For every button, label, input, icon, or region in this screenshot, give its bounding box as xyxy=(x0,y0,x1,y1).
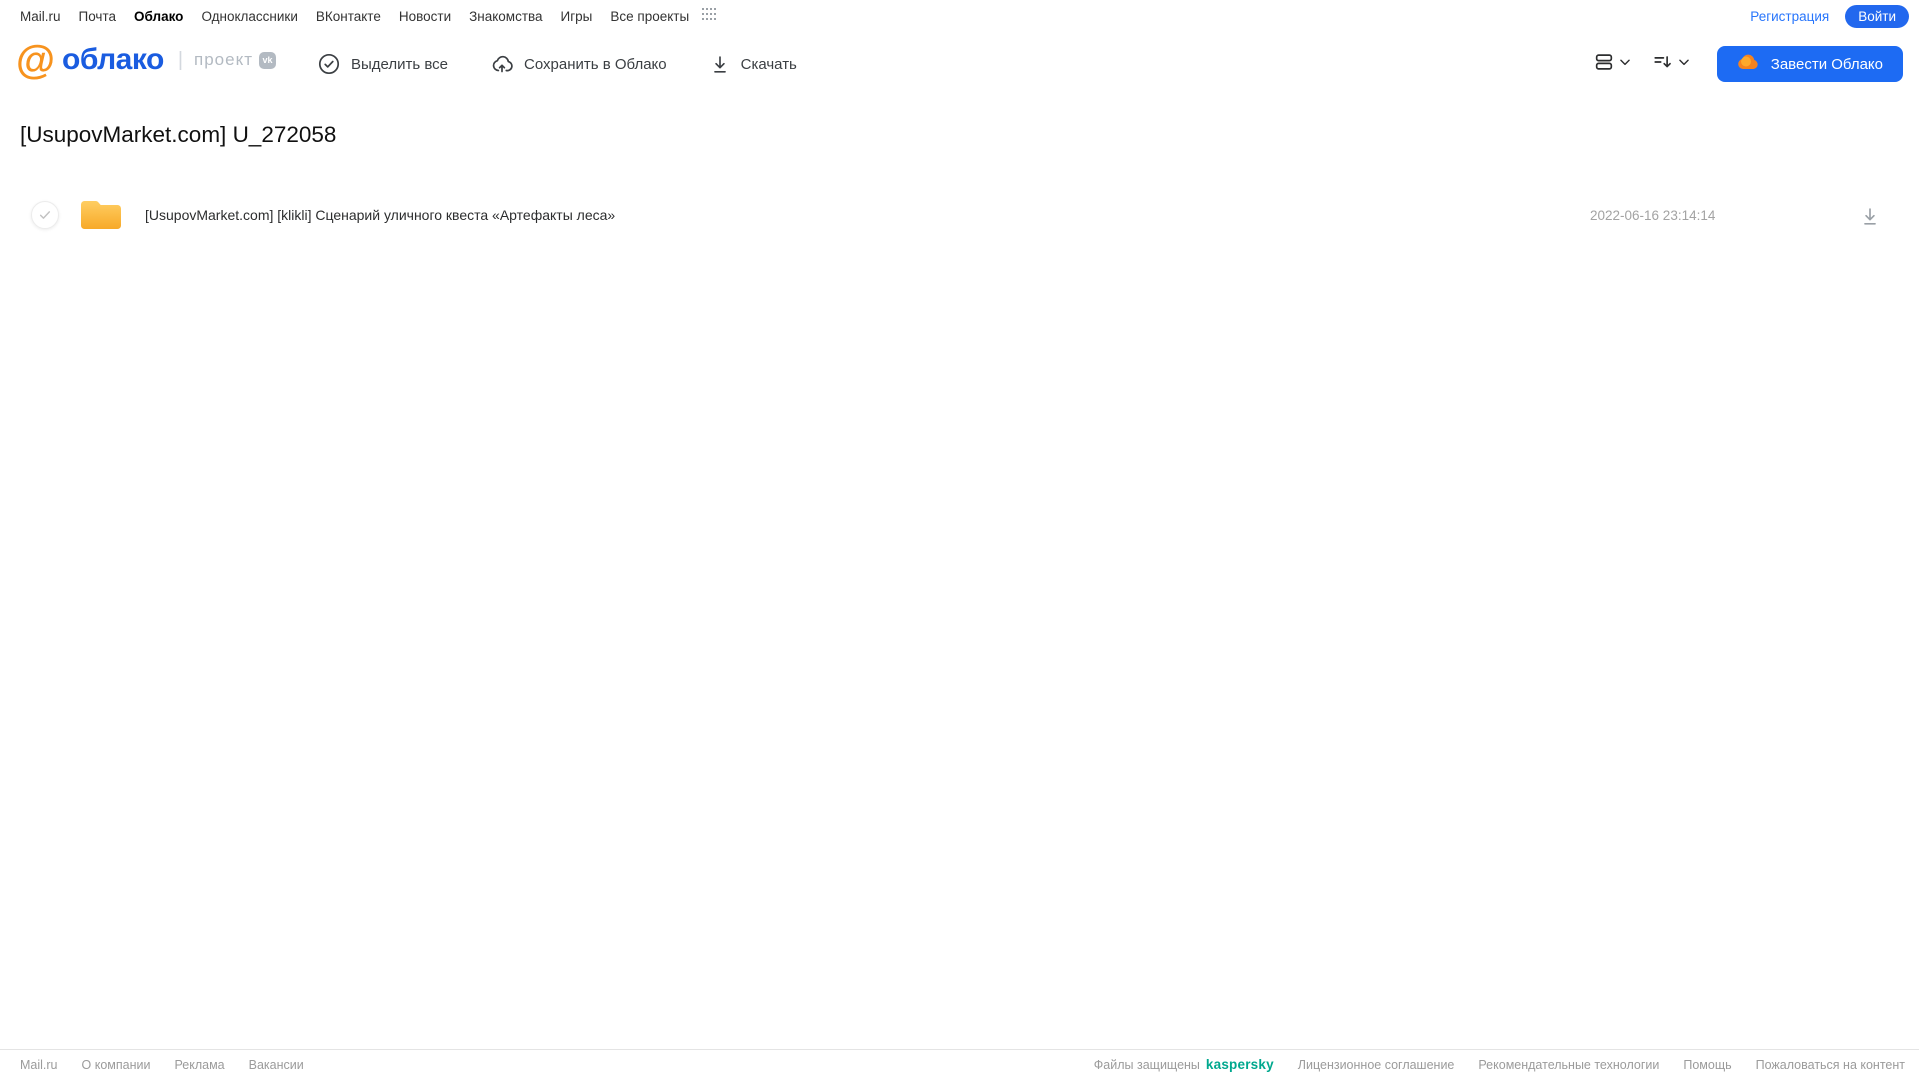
file-date: 2022-06-16 23:14:14 xyxy=(1590,207,1716,223)
footer-left-links: Mail.ru О компании Реклама Вакансии xyxy=(0,1058,304,1072)
sort-icon xyxy=(1652,51,1674,78)
nav-item-mailru[interactable]: Mail.ru xyxy=(20,9,61,24)
mailru-at-icon: @ xyxy=(16,38,56,82)
nav-item-vkontakte[interactable]: ВКонтакте xyxy=(316,9,381,24)
footer-right-links: Файлы защищены kaspersky Лицензионное со… xyxy=(1094,1057,1905,1072)
list-view-icon xyxy=(1593,51,1615,78)
chevron-down-icon xyxy=(1677,55,1691,74)
login-button[interactable]: Войти xyxy=(1845,4,1909,28)
cloud-upload-icon xyxy=(490,52,514,76)
view-mode-dropdown[interactable] xyxy=(1589,47,1636,82)
file-name-link[interactable]: [UsupovMarket.com] [klikli] Сценарий ули… xyxy=(145,192,615,238)
registration-link[interactable]: Регистрация xyxy=(1750,9,1829,24)
nav-item-odnoklassniki[interactable]: Одноклассники xyxy=(201,9,297,24)
row-checkbox[interactable] xyxy=(31,201,59,229)
get-cloud-label: Завести Облако xyxy=(1770,55,1883,73)
all-projects-grid-icon[interactable] xyxy=(701,7,717,26)
logo-divider: | xyxy=(177,48,184,71)
footer-link-license[interactable]: Лицензионное соглашение xyxy=(1298,1058,1455,1072)
nav-item-games[interactable]: Игры xyxy=(561,9,593,24)
check-icon xyxy=(39,211,51,219)
download-all-button[interactable]: Скачать xyxy=(709,53,797,75)
footer-link-report[interactable]: Пожаловаться на контент xyxy=(1756,1058,1905,1072)
footer-link-mailru[interactable]: Mail.ru xyxy=(20,1058,58,1072)
top-nav-bar: Mail.ru Почта Облако Одноклассники ВКонт… xyxy=(0,0,1919,32)
nav-item-cloud[interactable]: Облако xyxy=(134,9,183,24)
download-icon xyxy=(1864,208,1876,225)
footer-link-jobs[interactable]: Вакансии xyxy=(249,1058,304,1072)
footer-link-about[interactable]: О компании xyxy=(82,1058,151,1072)
nav-item-news[interactable]: Новости xyxy=(399,9,451,24)
select-all-label: Выделить все xyxy=(351,55,449,73)
footer-link-recommendations[interactable]: Рекомендательные технологии xyxy=(1478,1058,1659,1072)
save-to-cloud-button[interactable]: Сохранить в Облако xyxy=(490,52,667,76)
protected-by-label: Файлы защищены kaspersky xyxy=(1094,1057,1274,1072)
top-nav-auth: Регистрация Войти xyxy=(1750,0,1909,32)
vk-logo-icon: vk xyxy=(259,51,276,69)
download-icon xyxy=(709,53,731,75)
vk-project-label: проект xyxy=(194,50,253,69)
save-to-cloud-label: Сохранить в Облако xyxy=(524,55,667,73)
sort-dropdown[interactable] xyxy=(1648,47,1695,82)
footer-bar: Mail.ru О компании Реклама Вакансии Файл… xyxy=(0,1049,1919,1079)
chevron-down-icon xyxy=(1618,55,1632,74)
nav-item-all-projects[interactable]: Все проекты xyxy=(610,9,689,24)
nav-item-dating[interactable]: Знакомства xyxy=(469,9,542,24)
file-actions-toolbar: Выделить все Сохранить в Облако Скачать xyxy=(317,32,797,96)
cloud-logo-text: облако xyxy=(62,43,164,76)
page-title: [UsupovMarket.com] U_272058 xyxy=(20,122,337,147)
nav-item-mail[interactable]: Почта xyxy=(79,9,117,24)
kaspersky-logo[interactable]: kaspersky xyxy=(1206,1057,1274,1072)
get-cloud-button[interactable]: Завести Облако xyxy=(1716,46,1903,82)
cloud-logo[interactable]: @ облако | проект vk xyxy=(16,40,276,80)
file-list-row[interactable]: [UsupovMarket.com] [klikli] Сценарий ули… xyxy=(0,192,1919,238)
cloud-colored-icon xyxy=(1737,52,1761,76)
header-bar: @ облако | проект vk Выделить все Сохран… xyxy=(0,32,1919,96)
select-all-button[interactable]: Выделить все xyxy=(317,52,448,76)
header-right-controls: Завести Облако xyxy=(1589,32,1903,96)
footer-link-help[interactable]: Помощь xyxy=(1683,1058,1731,1072)
footer-link-ads[interactable]: Реклама xyxy=(174,1058,224,1072)
folder-icon[interactable] xyxy=(78,196,124,239)
check-circle-icon xyxy=(317,52,341,76)
download-label: Скачать xyxy=(740,55,797,73)
row-download-button[interactable] xyxy=(1857,203,1883,232)
protected-by-text: Файлы защищены xyxy=(1093,1057,1200,1072)
